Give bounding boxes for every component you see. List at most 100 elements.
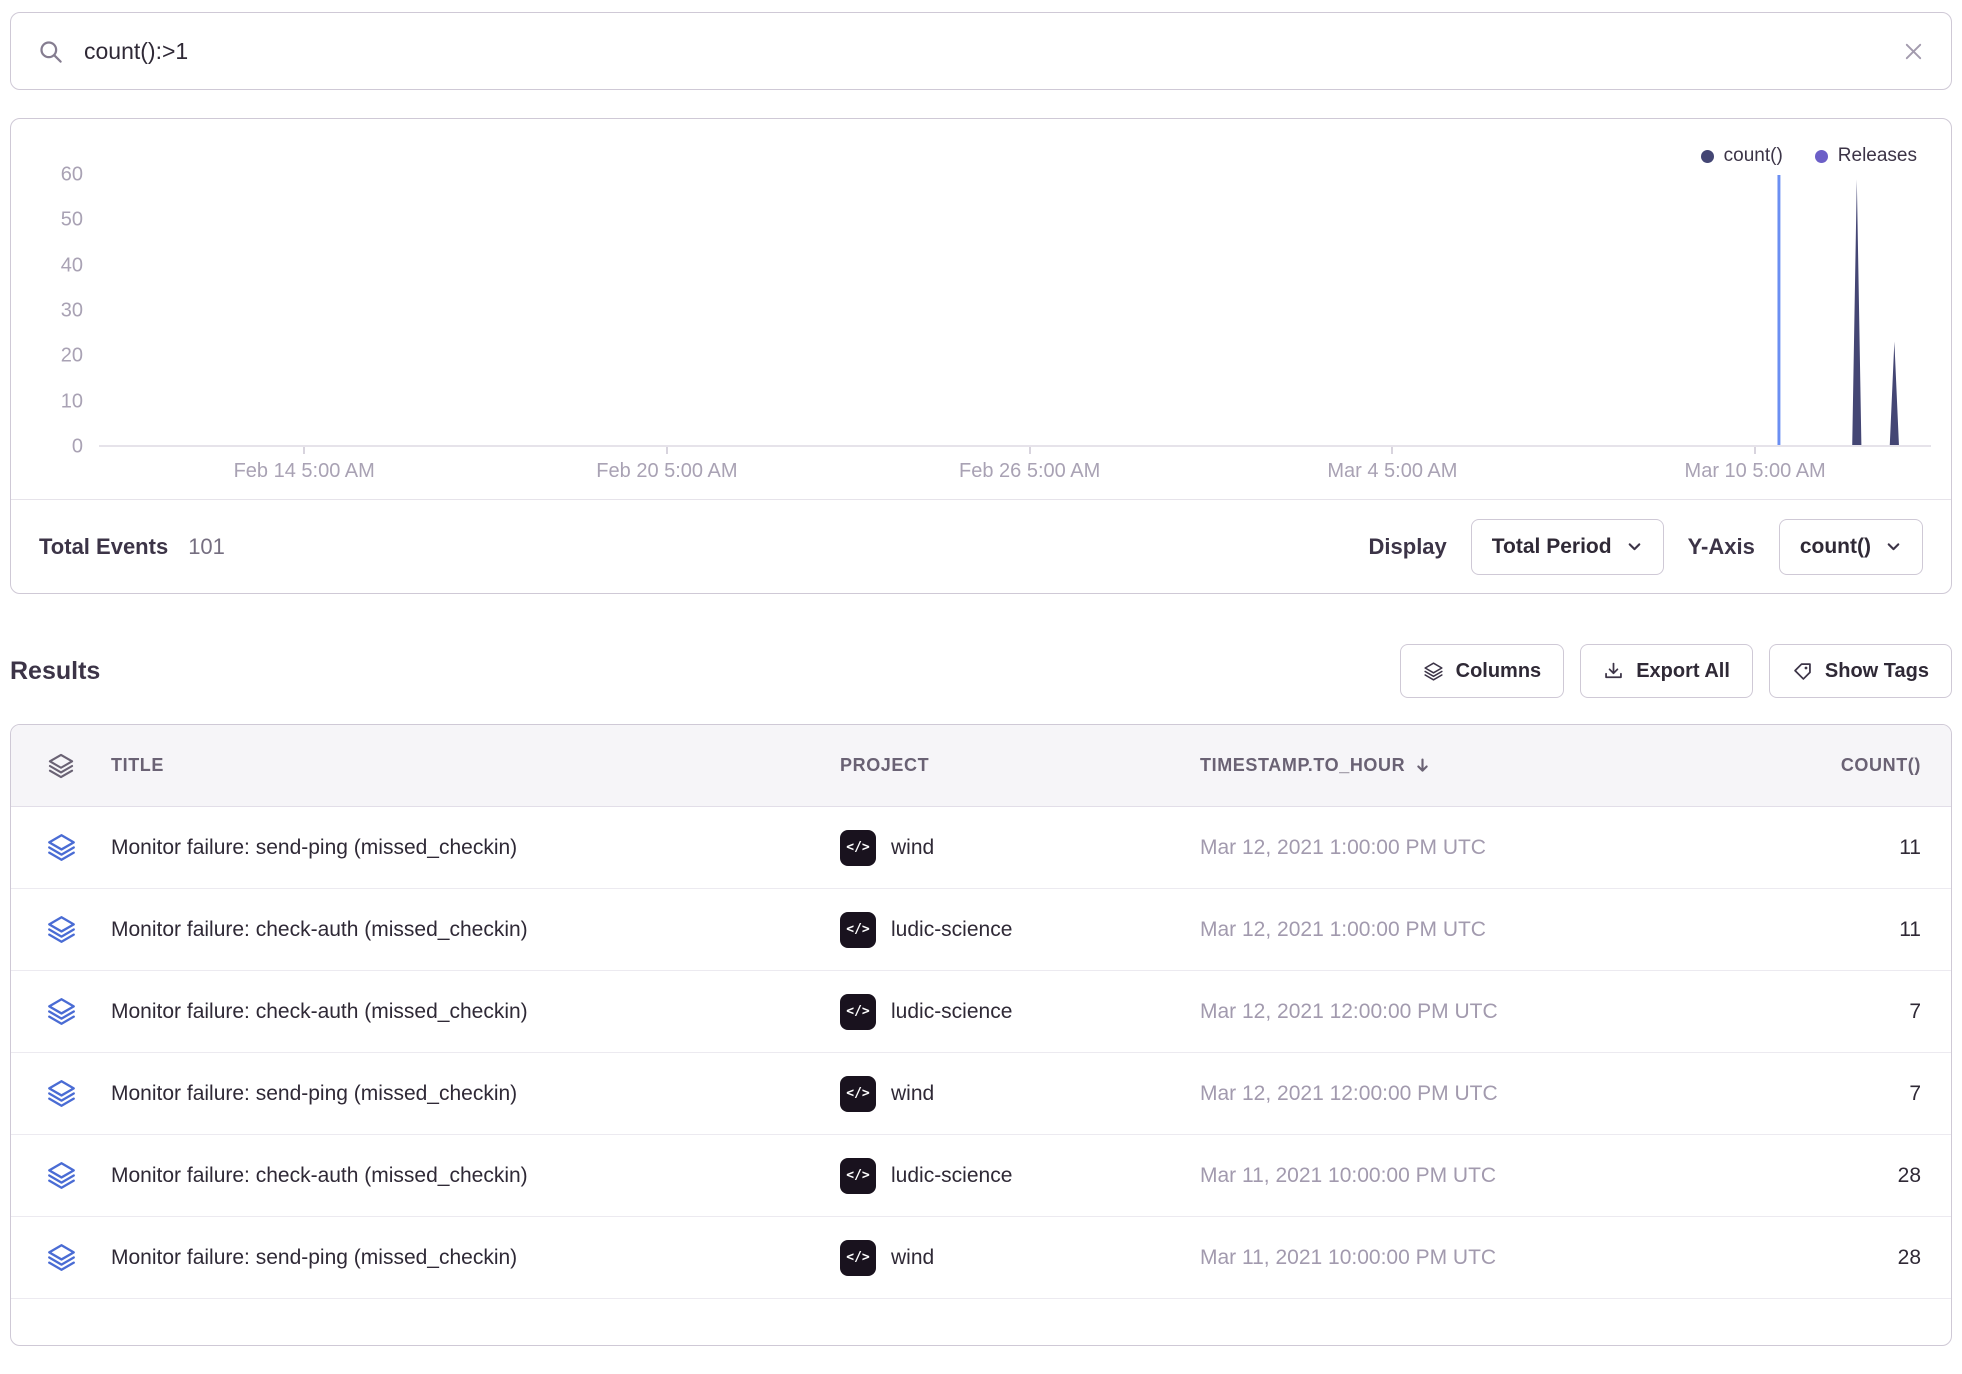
table-row[interactable]: Monitor failure: check-auth (missed_chec… xyxy=(11,1135,1951,1217)
column-header-timestamp-label: TIMESTAMP.TO_HOUR xyxy=(1200,755,1405,776)
row-count: 7 xyxy=(1760,1082,1951,1106)
display-dropdown[interactable]: Total Period xyxy=(1471,519,1664,575)
row-timestamp: Mar 12, 2021 1:00:00 PM UTC xyxy=(1200,836,1760,860)
y-tick-label: 20 xyxy=(61,345,83,368)
chart-panel: count() Releases 0102030405060 Feb 14 5:… xyxy=(10,118,1952,594)
legend-label-count: count() xyxy=(1724,145,1783,167)
layers-icon[interactable] xyxy=(46,1242,77,1273)
row-project: </>wind xyxy=(840,1240,1200,1276)
column-header-timestamp[interactable]: TIMESTAMP.TO_HOUR xyxy=(1200,755,1760,776)
layers-icon xyxy=(1423,661,1444,682)
search-bar xyxy=(10,12,1952,90)
project-platform-icon: </> xyxy=(840,912,876,948)
column-header-count[interactable]: COUNT() xyxy=(1760,755,1951,776)
search-icon xyxy=(37,38,64,65)
columns-button[interactable]: Columns xyxy=(1400,644,1565,698)
tag-icon xyxy=(1792,661,1813,682)
layers-icon[interactable] xyxy=(46,1160,77,1191)
project-platform-icon: </> xyxy=(840,994,876,1030)
row-timestamp: Mar 11, 2021 10:00:00 PM UTC xyxy=(1200,1246,1760,1270)
export-all-button[interactable]: Export All xyxy=(1580,644,1753,698)
search-input[interactable] xyxy=(82,37,1884,66)
series-area xyxy=(99,179,1931,445)
x-tick-mark xyxy=(1391,447,1393,454)
row-project: </> ludic-science xyxy=(840,1158,1200,1194)
table-row[interactable]: Monitor failure: send-ping (missed_check… xyxy=(11,807,1951,889)
results-bar: Results Columns Export All Show Tags xyxy=(10,644,1952,698)
column-header-project[interactable]: PROJECT xyxy=(840,755,1200,776)
layers-icon[interactable] xyxy=(46,1078,77,1109)
row-title: Monitor failure: check-auth (missed_chec… xyxy=(111,918,840,942)
total-events-value: 101 xyxy=(188,534,225,560)
x-tick-mark xyxy=(1029,447,1031,454)
row-timestamp: Mar 11, 2021 10:00:00 PM UTC xyxy=(1200,1164,1760,1188)
row-project: </>wind xyxy=(840,830,1200,866)
legend-dot-count-icon xyxy=(1701,150,1714,163)
y-tick-label: 50 xyxy=(61,209,83,232)
x-tick-mark xyxy=(303,447,305,454)
x-tick-label: Feb 14 5:00 AM xyxy=(234,460,375,483)
x-tick-label: Feb 26 5:00 AM xyxy=(959,460,1100,483)
project-platform-icon: </> xyxy=(840,1076,876,1112)
row-count: 7 xyxy=(1760,1000,1951,1024)
row-timestamp: Mar 12, 2021 12:00:00 PM UTC xyxy=(1200,1000,1760,1024)
x-tick-label: Mar 10 5:00 AM xyxy=(1685,460,1826,483)
row-count: 11 xyxy=(1760,918,1951,942)
legend-item-count[interactable]: count() xyxy=(1701,145,1783,167)
x-tick-label: Feb 20 5:00 AM xyxy=(596,460,737,483)
row-project: </> wind xyxy=(840,1076,1200,1112)
chart-footer: Total Events 101 Display Total Period Y-… xyxy=(11,499,1951,593)
show-tags-button-label: Show Tags xyxy=(1825,660,1929,683)
project-platform-icon: </> xyxy=(840,1158,876,1194)
table-header-row: TITLE PROJECT TIMESTAMP.TO_HOUR COUNT() xyxy=(11,725,1951,807)
sort-descending-icon xyxy=(1413,756,1432,775)
layers-icon[interactable] xyxy=(46,996,77,1027)
x-tick-label: Mar 4 5:00 AM xyxy=(1327,460,1457,483)
x-tick-mark xyxy=(666,447,668,454)
chart-legend: count() Releases xyxy=(25,137,1931,175)
table-row[interactable]: Monitor failure: send-ping (missed_check… xyxy=(11,1217,1951,1299)
download-icon xyxy=(1603,661,1624,682)
results-table: TITLE PROJECT TIMESTAMP.TO_HOUR COUNT() … xyxy=(10,724,1952,1346)
table-row[interactable]: Monitor failure: send-ping (missed_check… xyxy=(11,1053,1951,1135)
row-title: Monitor failure: check-auth (missed_chec… xyxy=(111,1000,840,1024)
column-header-title[interactable]: TITLE xyxy=(111,755,840,776)
legend-item-releases[interactable]: Releases xyxy=(1815,145,1917,167)
row-title: Monitor failure: check-auth (missed_chec… xyxy=(111,1164,840,1188)
row-title: Monitor failure: send-ping (missed_check… xyxy=(111,836,840,860)
display-dropdown-value: Total Period xyxy=(1492,535,1612,559)
table-row[interactable]: Monitor failure: check-auth (missed_chec… xyxy=(11,971,1951,1053)
y-tick-label: 10 xyxy=(61,390,83,413)
show-tags-button[interactable]: Show Tags xyxy=(1769,644,1952,698)
table-footer xyxy=(11,1299,1951,1345)
column-header-project-label: PROJECT xyxy=(840,755,929,776)
project-name: wind xyxy=(891,1246,934,1270)
x-axis-labels: Feb 14 5:00 AM Feb 20 5:00 AM Feb 26 5:00 … xyxy=(99,447,1931,499)
table-row[interactable]: Monitor failure: check-auth (missed_chec… xyxy=(11,889,1951,971)
row-project: </> ludic-science xyxy=(840,912,1200,948)
y-tick-label: 0 xyxy=(72,436,83,459)
project-name: ludic-science xyxy=(891,918,1012,942)
yaxis-dropdown-value: count() xyxy=(1800,535,1871,559)
project-name: wind xyxy=(891,836,934,860)
total-events-label: Total Events xyxy=(39,534,168,560)
export-all-button-label: Export All xyxy=(1636,660,1730,683)
project-name: ludic-science xyxy=(891,1000,1012,1024)
layers-icon[interactable] xyxy=(46,914,77,945)
close-icon[interactable] xyxy=(1902,40,1925,63)
y-tick-label: 40 xyxy=(61,254,83,277)
legend-label-releases: Releases xyxy=(1838,145,1917,167)
chevron-down-icon xyxy=(1626,538,1643,555)
x-tick-mark xyxy=(1754,447,1756,454)
project-name: wind xyxy=(891,1082,934,1106)
layers-icon[interactable] xyxy=(46,832,77,863)
chart-plot[interactable] xyxy=(99,175,1931,447)
row-project: </> ludic-science xyxy=(840,994,1200,1030)
project-name: ludic-science xyxy=(891,1164,1012,1188)
row-count: 28 xyxy=(1760,1164,1951,1188)
chevron-down-icon xyxy=(1885,538,1902,555)
columns-button-label: Columns xyxy=(1456,660,1542,683)
column-header-title-label: TITLE xyxy=(111,755,164,776)
yaxis-dropdown[interactable]: count() xyxy=(1779,519,1923,575)
results-title: Results xyxy=(10,657,100,686)
